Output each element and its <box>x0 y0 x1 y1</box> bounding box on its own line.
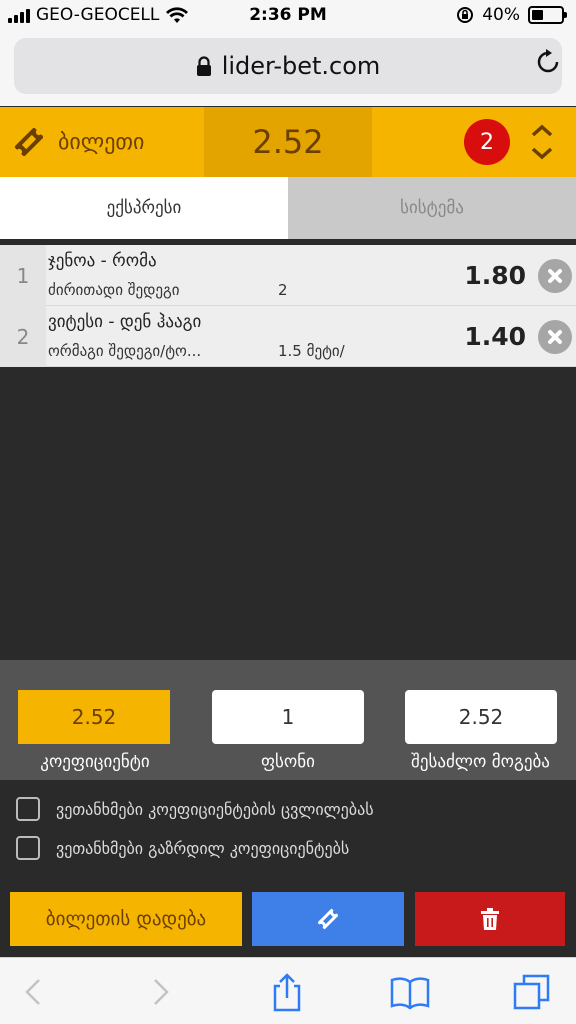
battery-icon <box>528 6 567 24</box>
bet-row: 1 ჯენოა - რომა ძირითადი შედეგი 2 1.80 <box>0 245 576 306</box>
empty-area <box>0 369 576 660</box>
agree-increased-odds-row[interactable]: ვეთანხმები გაზრდილ კოეფიციენტებს <box>16 836 349 860</box>
ticket-icon <box>14 127 44 157</box>
battery-percent: 40% <box>482 5 520 25</box>
stake-label: ფსონი <box>261 752 315 772</box>
agree-odds-change-label: ვეთანხმები კოეფიციენტების ცვლილებას <box>56 799 374 819</box>
forward-icon[interactable] <box>140 972 180 1012</box>
bet-outcome: 1.5 მეტი/ <box>278 342 345 360</box>
share-icon[interactable] <box>267 972 307 1012</box>
ticket-total-odds: 2.52 <box>204 107 372 177</box>
bet-type-tabs: ექსპრესი სისტემა <box>0 177 576 239</box>
bet-market: ორმაგი შედეგი/ტო... <box>48 342 202 360</box>
bet-outcome: 2 <box>278 281 288 299</box>
bet-odds: 1.40 <box>464 322 526 351</box>
ticket-icon <box>318 909 338 929</box>
agree-odds-change-row[interactable]: ვეთანხმები კოეფიციენტების ცვლილებას <box>16 797 374 821</box>
delete-ticket-button[interactable] <box>415 892 565 946</box>
trash-icon <box>481 908 499 930</box>
browser-toolbar <box>0 957 576 1024</box>
place-bet-button[interactable]: ბილეთის დადება <box>10 892 242 946</box>
possible-win-label: შესაძლო მოგება <box>411 752 550 772</box>
bet-count-badge: 2 <box>464 119 510 165</box>
share-ticket-button[interactable] <box>252 892 404 946</box>
possible-win-value: 2.52 <box>405 690 557 744</box>
remove-bet-icon[interactable] <box>538 320 572 354</box>
betting-page: GEO-GEOCELL 2:36 PM 40% lider-bet.com ბი… <box>0 0 576 1024</box>
stake-input[interactable]: 1 <box>212 690 364 744</box>
status-bar: GEO-GEOCELL 2:36 PM 40% <box>0 0 576 34</box>
address-bar[interactable]: lider-bet.com <box>14 38 562 94</box>
ticket-label-group: ბილეთი <box>12 107 144 177</box>
url-text: lider-bet.com <box>221 52 381 80</box>
bet-odds: 1.80 <box>464 261 526 290</box>
bet-number: 1 <box>0 245 46 306</box>
bookmarks-icon[interactable] <box>390 972 430 1012</box>
bet-match: ჯენოა - რომა <box>48 251 157 271</box>
remove-bet-icon[interactable] <box>538 259 572 293</box>
tab-express[interactable]: ექსპრესი <box>0 177 288 239</box>
reload-icon[interactable] <box>534 48 562 76</box>
expand-collapse-icon[interactable] <box>528 119 556 165</box>
agree-odds-change-checkbox[interactable] <box>16 797 40 821</box>
bet-list: 1 ჯენოა - რომა ძირითადი შედეგი 2 1.80 2 … <box>0 245 576 367</box>
browser-address-area: lider-bet.com <box>0 34 576 106</box>
orientation-lock-icon <box>457 7 474 23</box>
bet-number: 2 <box>0 306 46 367</box>
bet-calculator: 2.52 1 2.52 კოეფიციენტი ფსონი შესაძლო მო… <box>0 660 576 780</box>
status-right: 40% <box>456 5 567 25</box>
odds-label: კოეფიციენტი <box>40 752 150 772</box>
lock-icon <box>196 56 211 76</box>
action-bar: ბილეთის დადება <box>0 881 576 957</box>
ticket-header[interactable]: ბილეთი 2.52 2 <box>0 107 576 177</box>
agree-increased-odds-checkbox[interactable] <box>16 836 40 860</box>
tab-system[interactable]: სისტემა <box>288 177 576 239</box>
odds-value: 2.52 <box>18 690 170 744</box>
bet-market: ძირითადი შედეგი <box>48 281 180 299</box>
ticket-label: ბილეთი <box>58 129 145 155</box>
agree-increased-odds-label: ვეთანხმები გაზრდილ კოეფიციენტებს <box>56 838 350 858</box>
tabs-icon[interactable] <box>512 972 552 1012</box>
agreements-panel: ვეთანხმები კოეფიციენტების ცვლილებას ვეთა… <box>0 780 576 880</box>
bet-row: 2 ვიტესი - დენ ჰააგი ორმაგი შედეგი/ტო...… <box>0 306 576 367</box>
back-icon[interactable] <box>14 972 54 1012</box>
bet-match: ვიტესი - დენ ჰააგი <box>48 312 202 332</box>
